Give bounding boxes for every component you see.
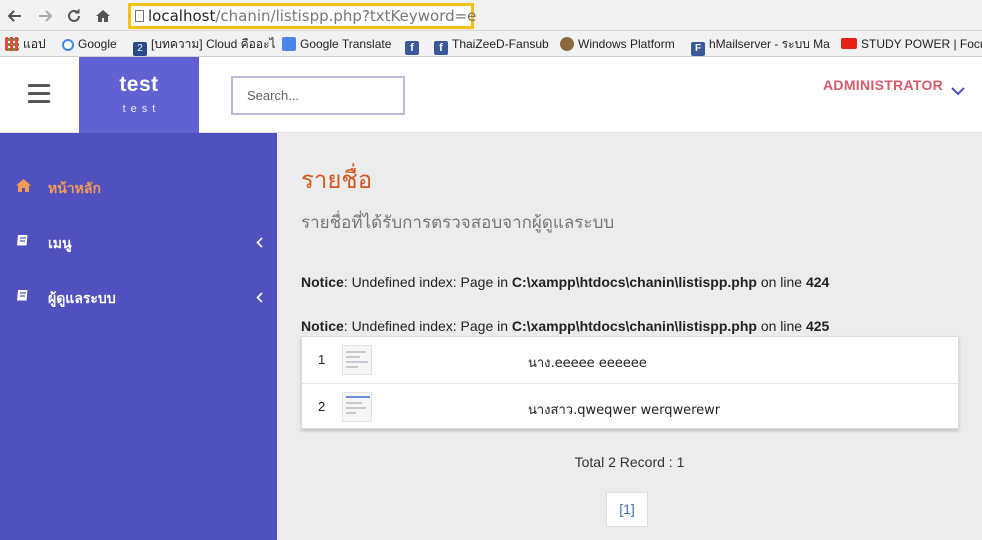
row-index: 2 bbox=[318, 399, 326, 414]
bookmarks-bar: แอป Google 2 [บทความ] Cloud คืออะไ Google… bbox=[0, 31, 982, 57]
bookmark-label: [บทความ] Cloud คืออะไ bbox=[151, 37, 276, 51]
row-index: 1 bbox=[318, 352, 326, 367]
notice-line: 424 bbox=[805, 274, 830, 290]
address-url[interactable]: localhost/chanin/listispp.php?txtKeyword… bbox=[148, 7, 476, 25]
bookmark-2-icon: 2 bbox=[133, 42, 147, 56]
notice-message: : Undefined index: Page in bbox=[343, 274, 512, 290]
sidebar-item-label: หน้าหลัก bbox=[48, 180, 101, 196]
apps-grid-icon bbox=[5, 37, 19, 51]
notice-path: C:\xampp\htdocs\chanin\listispp.php bbox=[511, 318, 757, 334]
address-bar[interactable]: localhost/chanin/listispp.php?txtKeyword… bbox=[128, 3, 476, 29]
bookmark-label: ThaiZeeD-Fansub bbox=[452, 37, 549, 51]
bookmark-label: Google bbox=[78, 37, 117, 51]
notice-label: Notice bbox=[301, 318, 344, 334]
youtube-icon bbox=[841, 38, 857, 49]
php-notice: Notice: Undefined index: Page in C:\xamp… bbox=[301, 318, 829, 334]
bookmark-hmailserver[interactable]: FhMailserver - ระบบ Ma bbox=[691, 35, 830, 56]
chevron-left-icon bbox=[256, 235, 263, 253]
table-row[interactable]: 2 นางสาว.qweqwer werqwerewr bbox=[302, 383, 958, 429]
sidebar-item-label: เมนู bbox=[48, 235, 72, 251]
home-icon bbox=[15, 178, 31, 194]
bookmark-label: hMailserver - ระบบ Ma bbox=[709, 37, 830, 51]
brand-title: test bbox=[119, 73, 159, 96]
bookmark-label: Windows Platform bbox=[578, 37, 675, 51]
url-path: /chanin/listispp.php?txtKeyword=e bbox=[215, 7, 477, 25]
bookmark-label: แอป bbox=[23, 37, 46, 51]
forward-icon[interactable] bbox=[34, 5, 56, 27]
book-icon bbox=[15, 233, 31, 249]
bookmark-thaizeed[interactable]: f ThaiZeeD-Fansub bbox=[434, 35, 549, 55]
bookmark-study-power[interactable]: STUDY POWER | Focu bbox=[841, 35, 982, 53]
bookmark-google[interactable]: Google bbox=[62, 35, 117, 53]
notice-path: C:\xampp\htdocs\chanin\listispp.php bbox=[511, 274, 757, 290]
facebook-icon: f bbox=[405, 41, 419, 55]
bookmark-windows-platform[interactable]: Windows Platform bbox=[560, 35, 675, 53]
facebook-icon: f bbox=[434, 41, 448, 55]
book-icon bbox=[15, 288, 31, 304]
notice-label: Notice bbox=[301, 274, 344, 290]
bookmark-label: Google Translate bbox=[300, 37, 392, 51]
google-icon bbox=[62, 39, 74, 51]
notice-message: : Undefined index: Page in bbox=[343, 318, 512, 334]
url-host: localhost bbox=[148, 7, 216, 25]
sidebar: หน้าหลัก เมนู ผู้ดูแลระบบ bbox=[0, 133, 277, 540]
bookmark-facebook[interactable]: f bbox=[405, 35, 423, 55]
chevron-down-icon[interactable] bbox=[950, 83, 966, 101]
page-icon bbox=[135, 10, 144, 22]
user-menu-label[interactable]: ADMINISTRATOR bbox=[823, 77, 943, 93]
table-row[interactable]: 1 นาง.eeeee eeeeee bbox=[302, 337, 958, 383]
row-thumbnail[interactable] bbox=[342, 345, 372, 375]
page-subtitle: รายชื่อที่ได้รับการตรวจสอบจากผู้ดูแลระบบ bbox=[301, 213, 615, 233]
bookmark-cloud-article[interactable]: 2 [บทความ] Cloud คืออะไ bbox=[133, 35, 276, 56]
php-notice: Notice: Undefined index: Page in C:\xamp… bbox=[301, 274, 829, 290]
row-name: นางสาว.qweqwer werqwerewr bbox=[528, 403, 721, 418]
bookmark-google-translate[interactable]: Google Translate bbox=[282, 35, 391, 53]
page-title: รายชื่อ bbox=[301, 166, 373, 194]
notice-line: 425 bbox=[805, 318, 830, 334]
home-browser-icon[interactable] bbox=[92, 5, 114, 27]
pagination-page-1[interactable]: [1] bbox=[606, 492, 648, 527]
reload-icon[interactable] bbox=[63, 5, 85, 27]
back-icon[interactable] bbox=[4, 5, 26, 27]
notice-on-line: on line bbox=[756, 274, 806, 290]
row-thumbnail[interactable] bbox=[342, 392, 372, 422]
facebook-f-icon: F bbox=[691, 42, 705, 56]
bookmark-label: STUDY POWER | Focu bbox=[861, 37, 982, 51]
sidebar-item-label: ผู้ดูแลระบบ bbox=[48, 290, 116, 306]
search-input[interactable] bbox=[231, 76, 405, 115]
translate-icon bbox=[282, 37, 296, 51]
chevron-left-icon bbox=[256, 290, 263, 308]
notice-on-line: on line bbox=[756, 318, 806, 334]
brand-subtitle: test bbox=[122, 103, 161, 115]
results-table: 1 นาง.eeeee eeeeee 2 นางสาว.qweqwer werq… bbox=[301, 336, 959, 429]
main-content: รายชื่อ รายชื่อที่ได้รับการตรวจสอบจากผู้… bbox=[277, 133, 982, 540]
record-total: Total 2 Record : 1 bbox=[574, 454, 685, 470]
hamburger-menu-icon[interactable] bbox=[28, 84, 50, 104]
bookmark-apps[interactable]: แอป bbox=[5, 35, 46, 53]
browser-toolbar: localhost/chanin/listispp.php?txtKeyword… bbox=[0, 0, 982, 31]
sidebar-item-admin[interactable]: ผู้ดูแลระบบ bbox=[0, 282, 277, 312]
sidebar-item-menu[interactable]: เมนู bbox=[0, 227, 277, 257]
row-name: นาง.eeeee eeeeee bbox=[528, 356, 647, 371]
brand-logo[interactable]: test test bbox=[79, 57, 199, 133]
app-header: test test ADMINISTRATOR bbox=[0, 57, 982, 133]
sidebar-item-home[interactable]: หน้าหลัก bbox=[0, 172, 277, 202]
windows-platform-icon bbox=[560, 37, 574, 51]
